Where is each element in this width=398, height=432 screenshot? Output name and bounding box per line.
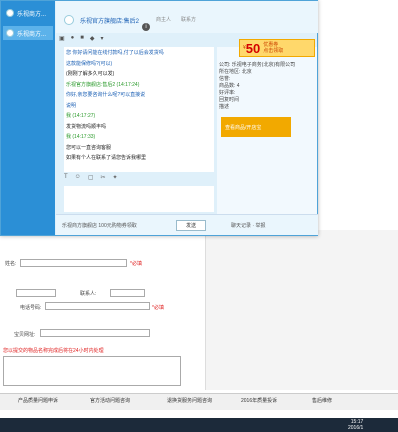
avatar xyxy=(6,29,14,37)
chat-message: 您可以一直咨询客服 xyxy=(66,144,112,151)
input-toolbar: T ☺ ▢ ✂ ✦ xyxy=(64,174,214,184)
chat-message: 你好,亲您要咨询什么呢?可以直接说 xyxy=(66,92,146,98)
taskbar: 15:17 2016/1 xyxy=(0,418,398,432)
emoji-icon[interactable]: ☺ xyxy=(75,174,81,184)
sidebar-item-contact-1[interactable]: 乐视商方... xyxy=(3,6,53,20)
share-icon[interactable]: ◆ xyxy=(90,35,95,45)
shop-detail-line: 描述 xyxy=(219,104,230,110)
chat-message: 您 你好请问能在线付款吗,付了以后会发货吗 xyxy=(66,50,164,56)
form-note: 您以提交的物品名称完成后将在24小时内处理 xyxy=(3,348,104,354)
shop-detail-line: 信誉: xyxy=(219,76,231,82)
browser-tab-strip: 产品质量问题申诉 官方活动问题咨询 退换货服务问题咨询 2016年质量投诉 售后… xyxy=(0,393,398,410)
chat-window: 乐视商方... 乐视商方... 乐视官方旗舰店:售后2 商主人 联系方 i ▣ … xyxy=(0,0,318,236)
required-mark: *必填 xyxy=(130,261,142,267)
chat-message: 乐视官方旗舰店:售后2 (14:17:24) xyxy=(66,81,140,88)
chat-message: 发货物流吗顺丰吗 xyxy=(66,123,107,130)
tab-4[interactable]: 售后维修 xyxy=(312,397,332,404)
toolbar: ▣ ● ■ ◆ ▾ xyxy=(59,35,219,45)
chat-message: 说明 xyxy=(66,102,77,109)
shop-detail-line: 回复时间 xyxy=(219,97,240,103)
chat-message: 我 (14:17:33) xyxy=(66,134,96,140)
phone-required: *必填 xyxy=(152,305,164,311)
name-label: 姓名: xyxy=(5,261,17,267)
chat-message: 这款能保修吗?(可以) xyxy=(66,60,113,67)
chat-footer: 乐视商方旗舰店 100元购物券领取 发送 聊天记录 · 举报 xyxy=(56,214,318,235)
shop-detail-line: 所在地区: 北京 xyxy=(219,69,252,75)
contact-sidebar: 乐视商方... 乐视商方... xyxy=(1,1,55,235)
footer-hint: 乐视商方旗舰店 100元购物券领取 xyxy=(62,223,137,229)
phone-label: 电话号码: xyxy=(20,305,42,311)
file-icon[interactable]: ▣ xyxy=(59,35,65,45)
description-textarea[interactable] xyxy=(3,356,181,386)
shop-detail-line: 商品数: 4 xyxy=(219,83,240,89)
avatar xyxy=(6,9,14,17)
chat-header: 乐视官方旗舰店:售后2 商主人 联系方 i xyxy=(56,1,318,33)
avatar xyxy=(64,15,74,25)
phone-input[interactable] xyxy=(45,302,150,310)
contact-label: 联系人: xyxy=(80,291,97,297)
send-button[interactable]: 发送 xyxy=(176,220,206,231)
tab-0[interactable]: 产品质量问题申诉 xyxy=(18,397,58,404)
mic-icon[interactable]: ● xyxy=(71,35,75,45)
coupon-amount: 50 xyxy=(245,40,261,56)
name-input[interactable] xyxy=(20,259,127,267)
tag-2: 联系方 xyxy=(181,17,197,23)
page-title: 乐视官方旗舰店:售后2 xyxy=(80,19,140,25)
shake-icon[interactable]: ✦ xyxy=(113,174,118,184)
coupon-line2: 点击领取 xyxy=(263,48,284,54)
screenshot-icon[interactable]: ✂ xyxy=(100,174,105,184)
url-label: 宝贝网址: xyxy=(14,332,36,338)
message-list: 您 你好请问能在线付款吗,付了以后会发货吗 这款能保修吗?(可以) (刚刚了解多久可… xyxy=(64,47,214,172)
coupon-banner[interactable]: ¥ 50 优惠券 点击领取 xyxy=(239,39,315,57)
category-select[interactable] xyxy=(16,289,56,297)
contact-input[interactable] xyxy=(110,289,145,297)
tag: 商主人 xyxy=(156,17,172,23)
sidebar-item-label: 乐视商方... xyxy=(17,11,47,18)
sidebar-item-label: 乐视商方... xyxy=(17,31,47,38)
shop-info-panel: ¥ 50 优惠券 点击领取 公司: 乐视电子商务(北京)有限公司 所在地区: 北京… xyxy=(217,39,317,222)
url-input[interactable] xyxy=(40,329,150,337)
sidebar-item-contact-2[interactable]: 乐视商方... xyxy=(3,26,53,40)
clock-date: 2016/1 xyxy=(348,425,364,431)
more-icon[interactable]: ▾ xyxy=(101,35,104,45)
tab-3[interactable]: 2016年质量投诉 xyxy=(241,397,277,404)
info-icon[interactable]: i xyxy=(142,23,150,31)
font-icon[interactable]: T xyxy=(64,174,68,184)
right-panel xyxy=(205,230,398,390)
chat-message: (刚刚了解多久可以发) xyxy=(66,71,115,77)
chat-message: 如果有个人在联系了请您告诉我哪里 xyxy=(66,155,147,161)
promo-banner[interactable]: 查看商品/开店宝 xyxy=(221,117,291,137)
shop-detail-line: 公司: 乐视电子商务(北京)有限公司 xyxy=(219,62,296,68)
image-icon[interactable]: ▢ xyxy=(88,174,94,184)
video-icon[interactable]: ■ xyxy=(80,35,84,45)
tab-2[interactable]: 退换货服务问题咨询 xyxy=(167,397,212,404)
clock: 15:17 2016/1 xyxy=(348,419,363,431)
message-input[interactable] xyxy=(64,186,214,212)
footer-right-link[interactable]: 聊天记录 · 举报 xyxy=(231,222,265,229)
tab-1[interactable]: 官方活动问题咨询 xyxy=(90,397,130,404)
chat-message: 我 (14:17:27) xyxy=(66,113,96,119)
shop-details: 公司: 乐视电子商务(北京)有限公司 所在地区: 北京 信誉: 商品数: 4 好评率: 回… xyxy=(219,61,315,110)
shop-detail-line: 好评率: xyxy=(219,90,236,96)
